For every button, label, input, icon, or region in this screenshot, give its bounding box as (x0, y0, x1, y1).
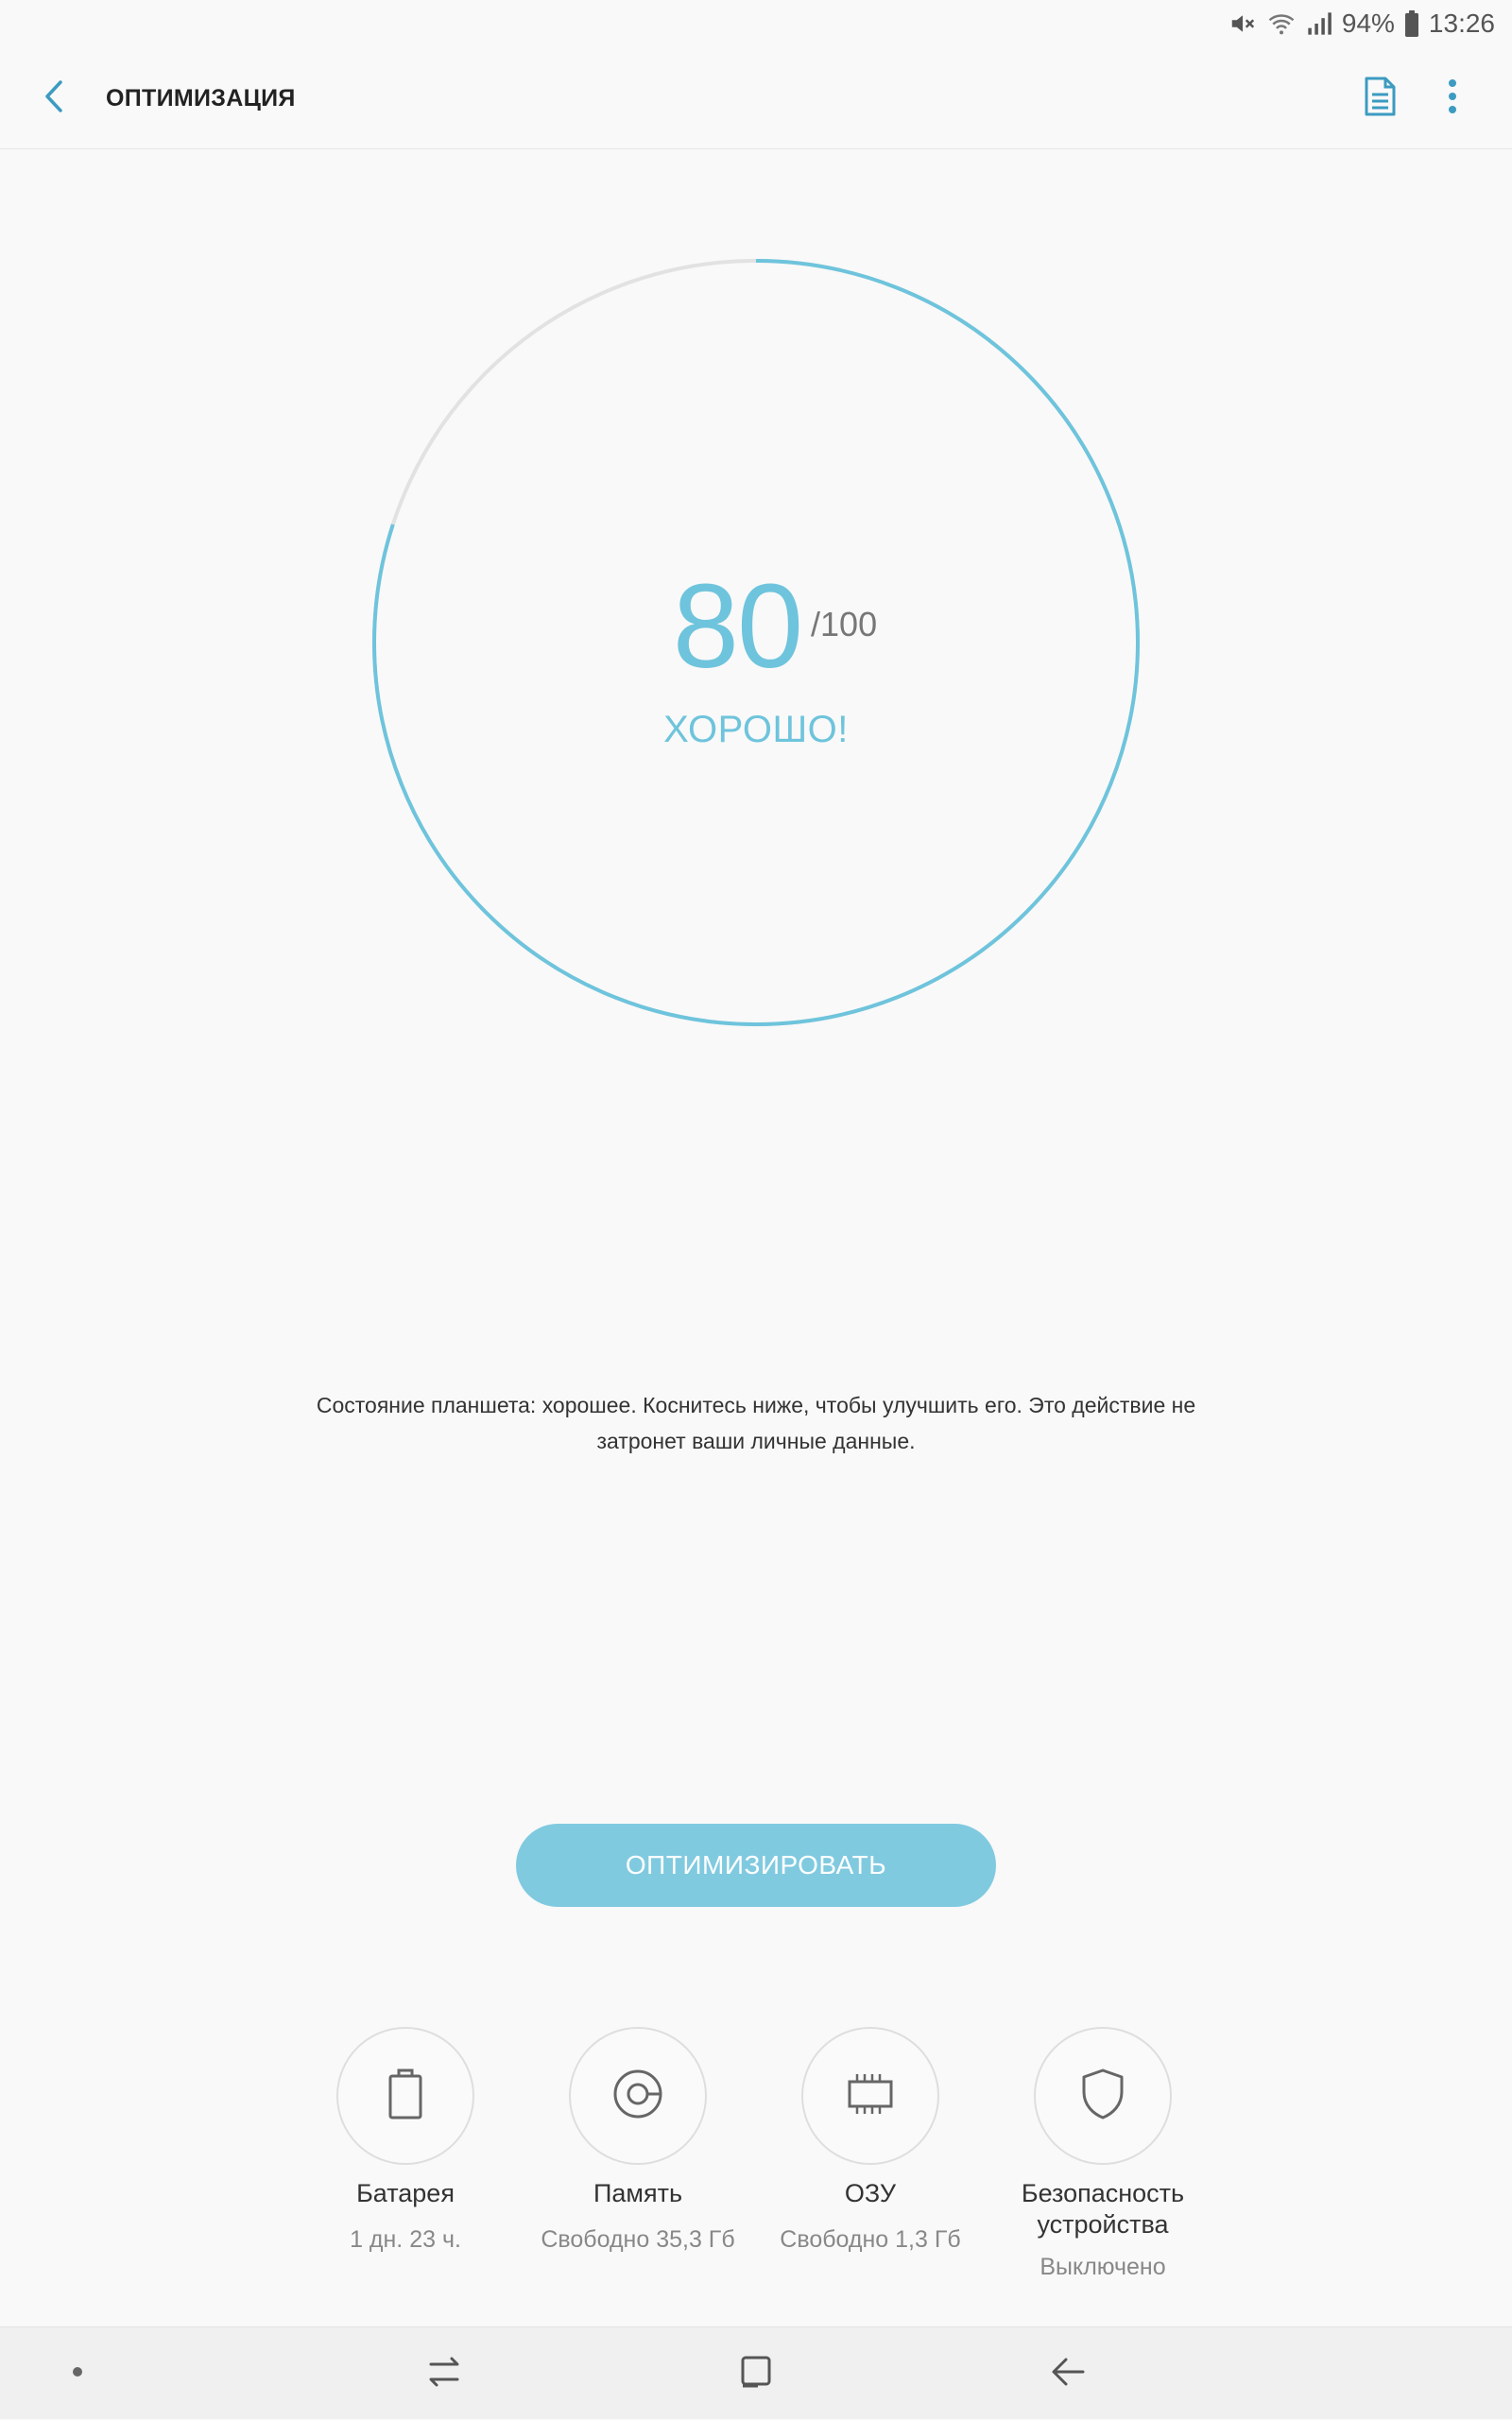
ram-tile[interactable]: ОЗУ Свободно 1,3 Гб (754, 2027, 987, 2254)
navigation-bar (0, 2326, 1512, 2419)
battery-value: 1 дн. 23 ч. (350, 2226, 461, 2253)
status-bar: 94% 13:26 (0, 0, 1512, 47)
more-options-button[interactable] (1426, 72, 1479, 125)
storage-label: Память (593, 2179, 683, 2207)
device-security-tile[interactable]: Безопасность устройства Выключено (987, 2027, 1219, 2281)
battery-icon (387, 2068, 424, 2124)
battery-tile[interactable]: Батарея 1 дн. 23 ч. (289, 2027, 522, 2254)
category-tiles: Батарея 1 дн. 23 ч. Память Свободно 35,3… (0, 2027, 1512, 2291)
back-button[interactable] (28, 72, 81, 125)
battery-icon (1404, 10, 1419, 37)
page-title: ОПТИМИЗАЦИЯ (106, 85, 296, 112)
score-max: /100 (811, 605, 878, 644)
security-tile-circle[interactable] (1034, 2027, 1172, 2165)
shield-icon (1080, 2068, 1125, 2125)
dot-icon (71, 2365, 84, 2383)
ram-value: Свободно 1,3 Гб (780, 2226, 961, 2253)
score-value: 80 (672, 559, 803, 693)
ram-tile-circle[interactable] (801, 2027, 939, 2165)
report-button[interactable] (1353, 72, 1406, 125)
ram-label: ОЗУ (844, 2179, 897, 2207)
battery-label: Батарея (356, 2179, 455, 2207)
security-value: Выключено (1040, 2254, 1166, 2280)
signal-icon (1306, 10, 1332, 37)
security-label: Безопасность устройства (1021, 2179, 1185, 2239)
back-icon (1049, 2355, 1087, 2394)
back-arrow-icon (40, 78, 70, 119)
more-options-icon (1448, 77, 1457, 120)
status-description: Состояние планшета: хорошее. Коснитесь н… (316, 1393, 1196, 1453)
score-status: ХОРОШО! (663, 709, 849, 750)
home-icon (739, 2354, 773, 2394)
wifi-icon (1266, 9, 1297, 38)
app-bar: ОПТИМИЗАЦИЯ (0, 47, 1512, 149)
battery-percent: 94% (1341, 9, 1395, 38)
mute-icon (1228, 9, 1257, 38)
recent-apps-icon (425, 2355, 463, 2394)
storage-tile-circle[interactable] (569, 2027, 707, 2165)
report-icon (1363, 77, 1397, 121)
clock: 13:26 (1428, 9, 1495, 38)
recent-apps-button[interactable] (397, 2327, 491, 2420)
storage-value: Свободно 35,3 Гб (541, 2226, 735, 2253)
storage-icon (611, 2068, 664, 2125)
ram-chip-icon (844, 2070, 897, 2122)
optimize-button[interactable]: ОПТИМИЗИРОВАТЬ (516, 1824, 996, 1907)
score-row: 80 /100 (0, 567, 1512, 686)
storage-tile[interactable]: Память Свободно 35,3 Гб (522, 2027, 754, 2254)
nav-back-button[interactable] (1021, 2327, 1115, 2420)
nav-dot-button[interactable] (30, 2327, 125, 2420)
home-button[interactable] (709, 2327, 803, 2420)
battery-tile-circle[interactable] (336, 2027, 474, 2165)
